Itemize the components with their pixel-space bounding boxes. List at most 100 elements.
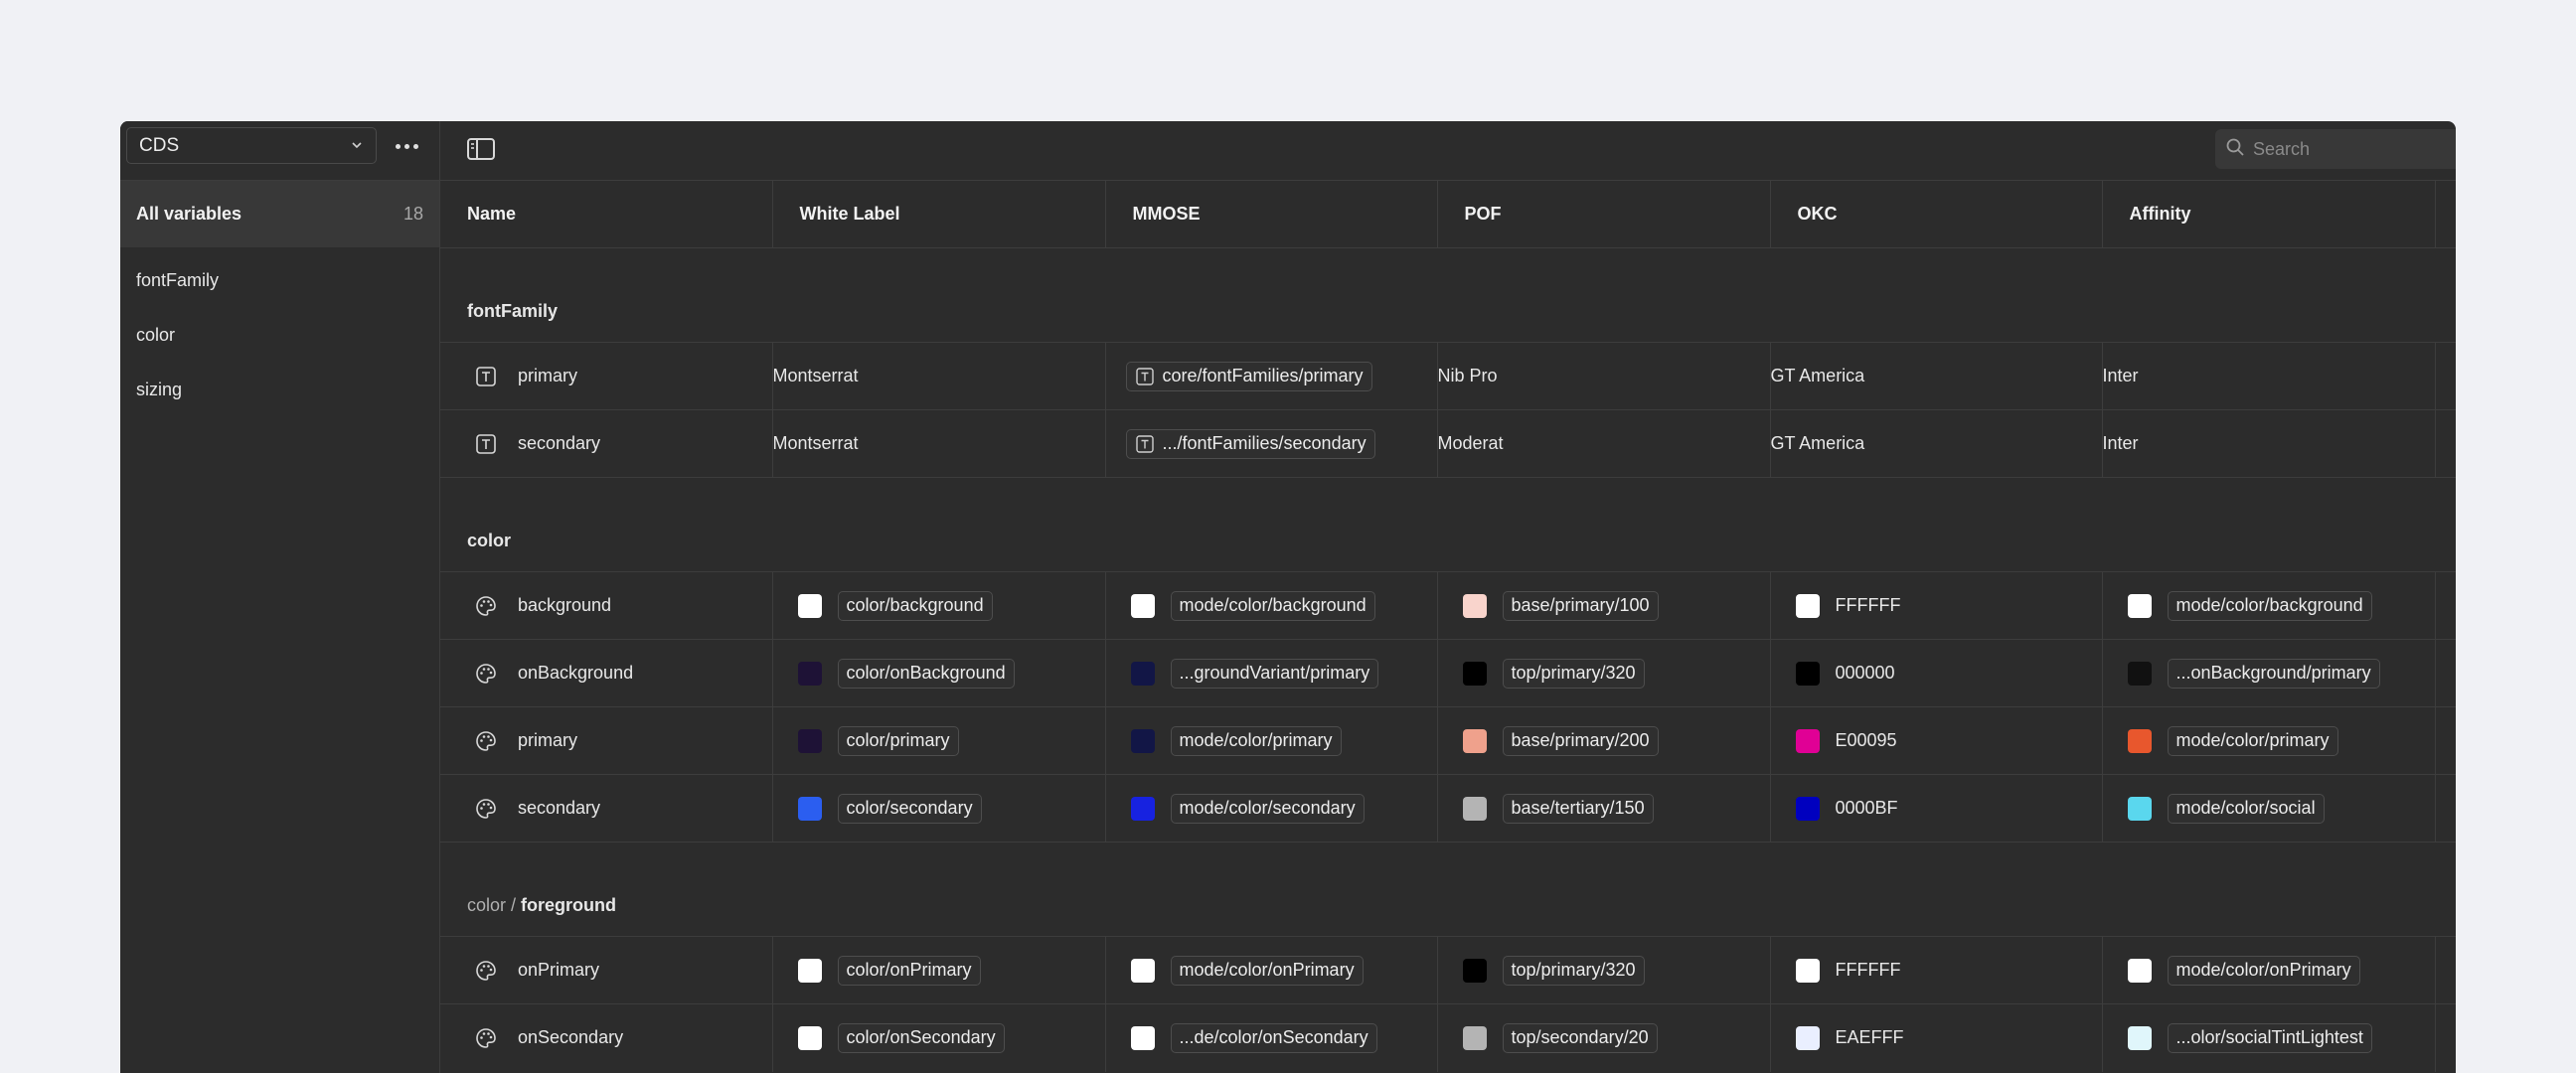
color-swatch[interactable] <box>1130 1025 1155 1050</box>
variable-name-cell[interactable]: secondary <box>440 409 773 478</box>
color-swatch[interactable] <box>797 661 822 686</box>
variable-value-cell[interactable]: Moderat <box>1437 409 1771 478</box>
variable-value-cell[interactable]: core/fontFamilies/primary <box>1105 342 1438 410</box>
variable-value-cell[interactable]: color/background <box>772 571 1106 640</box>
alias-pill[interactable]: top/primary/320 <box>1502 955 1645 986</box>
alias-pill[interactable]: top/primary/320 <box>1502 658 1645 689</box>
alias-pill[interactable]: base/primary/200 <box>1502 725 1659 756</box>
variable-value-cell[interactable]: Montserrat <box>772 342 1106 410</box>
color-swatch[interactable] <box>1462 728 1487 753</box>
alias-pill[interactable]: color/secondary <box>837 793 982 824</box>
alias-pill[interactable]: base/tertiary/150 <box>1502 793 1654 824</box>
color-swatch[interactable] <box>2127 593 2152 618</box>
color-swatch[interactable] <box>1130 958 1155 983</box>
color-swatch[interactable] <box>1130 796 1155 821</box>
sidebar-item-sizing[interactable]: sizing <box>136 380 182 400</box>
alias-pill[interactable]: mode/color/background <box>2167 590 2372 621</box>
alias-pill[interactable]: ...de/color/onSecondary <box>1170 1022 1377 1053</box>
variable-value-cell[interactable]: mode/color/background <box>2102 571 2436 640</box>
color-swatch[interactable] <box>1795 958 1820 983</box>
sidebar-toggle-icon[interactable] <box>466 136 496 162</box>
variable-name-cell[interactable]: onBackground <box>440 639 773 707</box>
column-header-mode[interactable]: MMOSE <box>1105 180 1438 248</box>
alias-pill[interactable]: core/fontFamilies/primary <box>1125 361 1372 391</box>
sidebar-item-color[interactable]: color <box>136 325 175 346</box>
color-swatch[interactable] <box>1462 593 1487 618</box>
variable-value-cell[interactable]: E00095 <box>1770 706 2103 775</box>
color-swatch[interactable] <box>797 958 822 983</box>
variable-name-cell[interactable]: secondary <box>440 774 773 843</box>
search-input[interactable]: Search <box>2253 139 2310 160</box>
variable-value-cell[interactable]: Nib Pro <box>1437 342 1771 410</box>
variable-value-cell[interactable]: color/onPrimary <box>772 936 1106 1004</box>
color-swatch[interactable] <box>1462 1025 1487 1050</box>
table-row[interactable]: onBackground color/onBackground ...groundV… <box>440 639 2456 707</box>
variable-name-cell[interactable]: primary <box>440 706 773 775</box>
table-row[interactable]: background color/background mode/color/bac… <box>440 571 2456 640</box>
alias-pill[interactable]: mode/color/primary <box>2167 725 2338 756</box>
alias-pill[interactable]: color/onBackground <box>837 658 1015 689</box>
variable-value-cell[interactable]: GT America <box>1770 342 2103 410</box>
color-swatch[interactable] <box>797 796 822 821</box>
color-swatch[interactable] <box>1795 1025 1820 1050</box>
color-swatch[interactable] <box>1795 661 1820 686</box>
search-field[interactable]: Search <box>2215 129 2456 169</box>
more-options-icon[interactable] <box>389 131 424 161</box>
color-swatch[interactable] <box>1462 796 1487 821</box>
alias-pill[interactable]: base/primary/100 <box>1502 590 1659 621</box>
alias-pill[interactable]: mode/color/onPrimary <box>1170 955 1364 986</box>
variable-value-cell[interactable]: 000000 <box>1770 639 2103 707</box>
variable-value-cell[interactable]: base/primary/200 <box>1437 706 1771 775</box>
variable-name-cell[interactable]: onSecondary <box>440 1003 773 1072</box>
variable-value-cell[interactable]: 0000BF <box>1770 774 2103 843</box>
alias-pill[interactable]: ...groundVariant/primary <box>1170 658 1379 689</box>
color-swatch[interactable] <box>1795 796 1820 821</box>
table-row[interactable]: secondary Montserrat .../fontFamilies/seco… <box>440 409 2456 478</box>
variable-value-cell[interactable]: ...olor/socialTintLightest <box>2102 1003 2436 1072</box>
variable-value-cell[interactable]: ...groundVariant/primary <box>1105 639 1438 707</box>
alias-pill[interactable]: color/onPrimary <box>837 955 981 986</box>
alias-pill[interactable]: color/primary <box>837 725 959 756</box>
column-header-name[interactable]: Name <box>440 180 773 248</box>
sidebar-item-fontfamily[interactable]: fontFamily <box>136 270 219 291</box>
color-swatch[interactable] <box>1462 958 1487 983</box>
variable-value-cell[interactable]: EAEFFF <box>1770 1003 2103 1072</box>
collection-select[interactable]: CDS <box>126 127 377 164</box>
variable-name-cell[interactable]: background <box>440 571 773 640</box>
alias-pill[interactable]: mode/color/secondary <box>1170 793 1365 824</box>
variable-name-cell[interactable]: primary <box>440 342 773 410</box>
color-swatch[interactable] <box>1795 728 1820 753</box>
variable-value-cell[interactable]: color/onSecondary <box>772 1003 1106 1072</box>
column-header-mode[interactable]: POF <box>1437 180 1771 248</box>
alias-pill[interactable]: color/background <box>837 590 993 621</box>
color-swatch[interactable] <box>2127 1025 2152 1050</box>
variable-value-cell[interactable]: mode/color/onPrimary <box>1105 936 1438 1004</box>
variable-name-cell[interactable]: onPrimary <box>440 936 773 1004</box>
variable-value-cell[interactable]: color/secondary <box>772 774 1106 843</box>
column-header-mode[interactable]: Affinity <box>2102 180 2436 248</box>
color-swatch[interactable] <box>1462 661 1487 686</box>
variable-value-cell[interactable]: mode/color/onPrimary <box>2102 936 2436 1004</box>
table-row[interactable]: secondary color/secondary mode/color/secon… <box>440 774 2456 843</box>
variable-value-cell[interactable]: Inter <box>2102 409 2436 478</box>
variable-value-cell[interactable]: color/onBackground <box>772 639 1106 707</box>
variable-value-cell[interactable]: Inter <box>2102 342 2436 410</box>
color-swatch[interactable] <box>1130 593 1155 618</box>
variable-value-cell[interactable]: mode/color/social <box>2102 774 2436 843</box>
variable-value-cell[interactable]: top/primary/320 <box>1437 936 1771 1004</box>
sidebar-item-all-variables[interactable]: All variables 18 <box>120 180 439 247</box>
alias-pill[interactable]: mode/color/social <box>2167 793 2325 824</box>
variable-value-cell[interactable]: .../fontFamilies/secondary <box>1105 409 1438 478</box>
variable-value-cell[interactable]: color/primary <box>772 706 1106 775</box>
variable-value-cell[interactable]: GT America <box>1770 409 2103 478</box>
color-swatch[interactable] <box>2127 958 2152 983</box>
color-swatch[interactable] <box>1795 593 1820 618</box>
color-swatch[interactable] <box>1130 661 1155 686</box>
table-row[interactable]: onPrimary color/onPrimary mode/color/onPri… <box>440 936 2456 1004</box>
alias-pill[interactable]: mode/color/background <box>1170 590 1375 621</box>
alias-pill[interactable]: color/onSecondary <box>837 1022 1005 1053</box>
variable-value-cell[interactable]: FFFFFF <box>1770 571 2103 640</box>
color-swatch[interactable] <box>2127 728 2152 753</box>
variable-value-cell[interactable]: top/secondary/20 <box>1437 1003 1771 1072</box>
column-header-mode[interactable]: White Label <box>772 180 1106 248</box>
